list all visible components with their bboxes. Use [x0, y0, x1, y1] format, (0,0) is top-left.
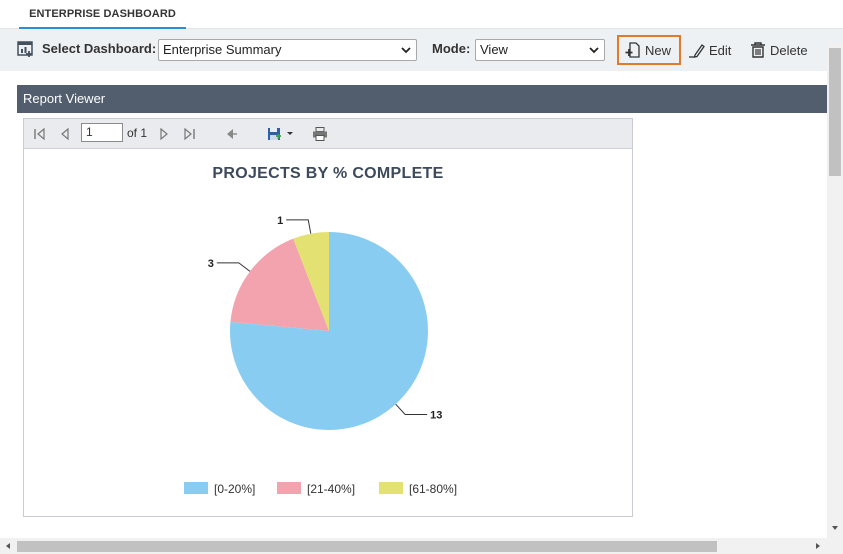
trash-icon: [751, 42, 765, 58]
chevron-down-icon: [589, 47, 599, 54]
dashboard-toolbar: Select Dashboard: Enterprise Summary Mod…: [0, 29, 843, 71]
content-area: Report Viewer 1 of 1 PROJECTS BY % COMPL…: [0, 71, 827, 538]
pie-chart: PROJECTS BY % COMPLETE 13 3 1 [0-20%] [21-40…: [24, 150, 632, 516]
dashboard-icon: [17, 41, 33, 57]
leader-line-1: [395, 403, 428, 416]
leader-line-2: [216, 262, 251, 272]
legend-swatch-2: [277, 482, 301, 494]
horizontal-scrollbar-thumb[interactable]: [17, 541, 717, 552]
save-export-icon[interactable]: [267, 127, 297, 141]
new-button[interactable]: New: [617, 35, 681, 65]
data-label-2: 3: [208, 258, 214, 270]
edit-button[interactable]: Edit: [689, 35, 731, 65]
report-toolbar: 1 of 1: [24, 119, 632, 149]
edit-button-label: Edit: [709, 42, 732, 58]
report-viewer-header: Report Viewer: [17, 85, 827, 113]
pencil-icon: [689, 44, 705, 58]
vertical-scrollbar-thumb[interactable]: [829, 48, 841, 176]
last-page-icon[interactable]: [182, 127, 196, 141]
select-dashboard-label: Select Dashboard:: [42, 41, 157, 56]
scroll-down-arrow-icon[interactable]: [830, 523, 840, 533]
leader-line-3: [286, 219, 312, 234]
delete-button-label: Delete: [770, 42, 808, 58]
legend-label-1: [0-20%]: [214, 482, 255, 496]
chevron-down-icon: [401, 47, 411, 54]
page-number-input[interactable]: 1: [81, 123, 123, 142]
dashboard-select-value: Enterprise Summary: [163, 42, 282, 57]
mode-select[interactable]: View: [475, 39, 605, 61]
legend-label-3: [61-80%]: [409, 482, 457, 496]
data-label-1: 13: [430, 410, 442, 422]
mode-select-value: View: [480, 42, 508, 57]
tab-enterprise-dashboard[interactable]: ENTERPRISE DASHBOARD: [19, 0, 186, 29]
first-page-icon[interactable]: [33, 127, 47, 141]
legend-swatch-3: [379, 482, 403, 494]
legend-label-2: [21-40%]: [307, 482, 355, 496]
next-page-icon[interactable]: [157, 127, 171, 141]
pie-chart-svg: 13 3 1 [0-20%] [21-40%] [61-80%]: [184, 215, 457, 496]
dashboard-select[interactable]: Enterprise Summary: [158, 39, 417, 61]
tab-bar: ENTERPRISE DASHBOARD: [0, 0, 843, 29]
new-button-label: New: [645, 42, 672, 58]
report-viewer-frame: 1 of 1 PROJECTS BY % COMPLETE 13 3 1 [0-…: [23, 118, 633, 517]
page-count-label: of 1: [127, 126, 148, 140]
new-document-icon: [625, 42, 640, 58]
mode-label: Mode:: [432, 41, 471, 56]
previous-page-icon[interactable]: [58, 127, 72, 141]
scroll-right-arrow-icon[interactable]: [813, 541, 823, 551]
back-icon[interactable]: [224, 127, 238, 141]
scroll-left-arrow-icon[interactable]: [3, 541, 13, 551]
delete-button[interactable]: Delete: [750, 35, 808, 65]
print-icon[interactable]: [312, 127, 328, 141]
legend-swatch-1: [184, 482, 208, 494]
data-label-3: 1: [277, 215, 283, 227]
